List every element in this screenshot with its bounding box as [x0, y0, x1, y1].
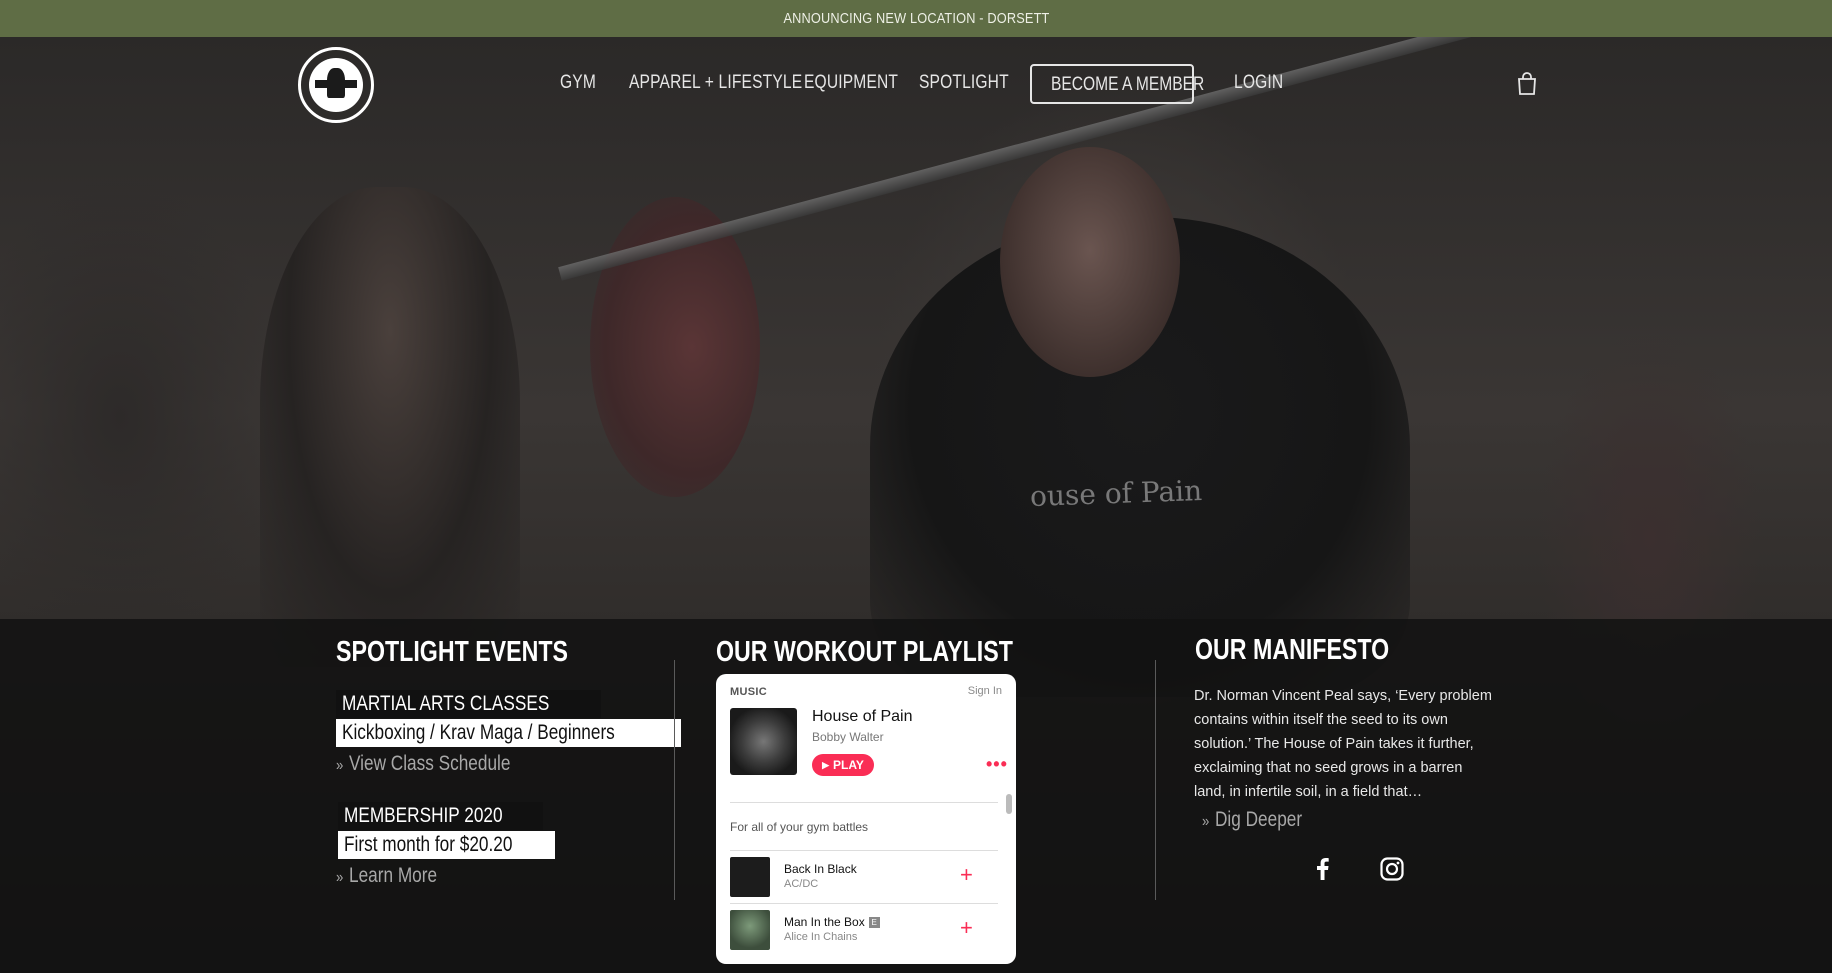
- double-chevron-right-icon: »: [336, 869, 344, 886]
- double-chevron-right-icon: »: [336, 757, 344, 774]
- playlist-cover[interactable]: [730, 708, 797, 775]
- track-name[interactable]: Man In the Box E: [784, 915, 880, 929]
- hero-figure-head: [1000, 147, 1180, 377]
- track-name[interactable]: Back In Black: [784, 862, 857, 876]
- become-member-label: BECOME A MEMBER: [1051, 74, 1205, 95]
- eagle-icon: [309, 58, 363, 112]
- facebook-icon[interactable]: [1310, 856, 1336, 882]
- hero-shirt-text: ouse of Pain: [1029, 474, 1203, 513]
- view-class-schedule-link[interactable]: » View Class Schedule: [336, 752, 546, 776]
- instagram-icon[interactable]: [1379, 856, 1405, 882]
- column-divider: [674, 660, 675, 900]
- divider: [730, 850, 998, 851]
- learn-more-link[interactable]: » Learn More: [336, 864, 456, 888]
- nav-item-equipment[interactable]: EQUIPMENT: [804, 72, 898, 94]
- add-track-button[interactable]: +: [960, 864, 973, 886]
- hero-figure-left: [260, 187, 520, 667]
- nav-item-apparel-lifestyle[interactable]: APPAREL + LIFESTYLE: [629, 72, 802, 94]
- apple-music-brand: MUSIC: [730, 686, 767, 698]
- dig-deeper-link[interactable]: » Dig Deeper: [1202, 808, 1321, 832]
- add-track-button[interactable]: +: [960, 917, 973, 939]
- apple-music-embed[interactable]: MUSIC Sign In House of Pain Bobby Walter…: [716, 674, 1016, 964]
- play-icon: ▶: [822, 759, 829, 770]
- announcement-bar[interactable]: ANNOUNCING NEW LOCATION - DORSETT: [0, 0, 1832, 37]
- divider: [730, 802, 998, 803]
- manifesto-text: Dr. Norman Vincent Peal says, ‘Every pro…: [1194, 688, 1492, 800]
- playlist-description: For all of your gym battles: [730, 820, 869, 834]
- nav-item-gym[interactable]: GYM: [560, 72, 596, 94]
- playlist-curator[interactable]: Bobby Walter: [812, 730, 884, 744]
- event-category: MEMBERSHIP 2020: [338, 802, 544, 830]
- become-member-button[interactable]: BECOME A MEMBER: [1030, 64, 1204, 104]
- playlist-title: OUR WORKOUT PLAYLIST: [716, 636, 1013, 668]
- divider: [730, 903, 998, 904]
- event-detail: First month for $20.20: [338, 831, 556, 859]
- shopping-bag-icon[interactable]: [1516, 72, 1538, 96]
- track-artist[interactable]: AC/DC: [784, 878, 818, 890]
- explicit-badge: E: [868, 917, 880, 928]
- column-divider: [1155, 660, 1156, 900]
- event-category: MARTIAL ARTS CLASSES: [336, 690, 601, 718]
- more-options-button[interactable]: •••: [986, 754, 1008, 775]
- spotlight-title: SPOTLIGHT EVENTS: [336, 636, 569, 668]
- house-of-pain-logo[interactable]: [298, 47, 374, 123]
- main-nav: GYM APPAREL + LIFESTYLE EQUIPMENT SPOTLI…: [0, 37, 1832, 132]
- double-chevron-right-icon: »: [1202, 813, 1210, 830]
- event-detail: Kickboxing / Krav Maga / Beginners: [336, 719, 681, 747]
- track-artist[interactable]: Alice In Chains: [784, 931, 857, 943]
- sign-in-link[interactable]: Sign In: [968, 685, 1002, 697]
- scrollbar[interactable]: [1006, 794, 1012, 814]
- announcement-text[interactable]: ANNOUNCING NEW LOCATION - DORSETT: [783, 10, 1049, 27]
- play-button[interactable]: ▶ PLAY: [812, 754, 874, 776]
- track-artwork[interactable]: [730, 857, 770, 897]
- nav-item-spotlight[interactable]: SPOTLIGHT: [919, 72, 1009, 94]
- manifesto-title: OUR MANIFESTO: [1195, 634, 1390, 666]
- playlist-name[interactable]: House of Pain: [812, 708, 913, 726]
- track-artwork[interactable]: [730, 910, 770, 950]
- nav-item-login[interactable]: LOGIN: [1234, 72, 1283, 94]
